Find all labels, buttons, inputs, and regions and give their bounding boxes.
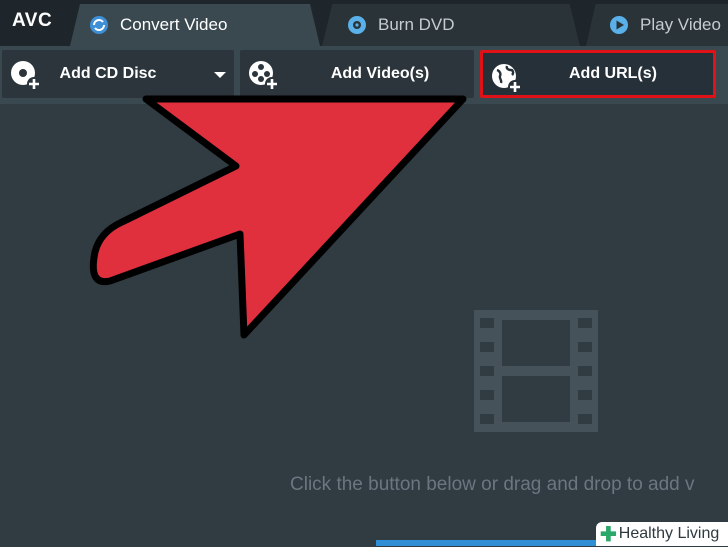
plus-icon: ✚	[600, 523, 617, 546]
watermark-text: Healthy Living	[618, 525, 720, 542]
watermark: ✚ Healthy Living	[596, 522, 728, 546]
pointer-arrow	[89, 95, 467, 339]
